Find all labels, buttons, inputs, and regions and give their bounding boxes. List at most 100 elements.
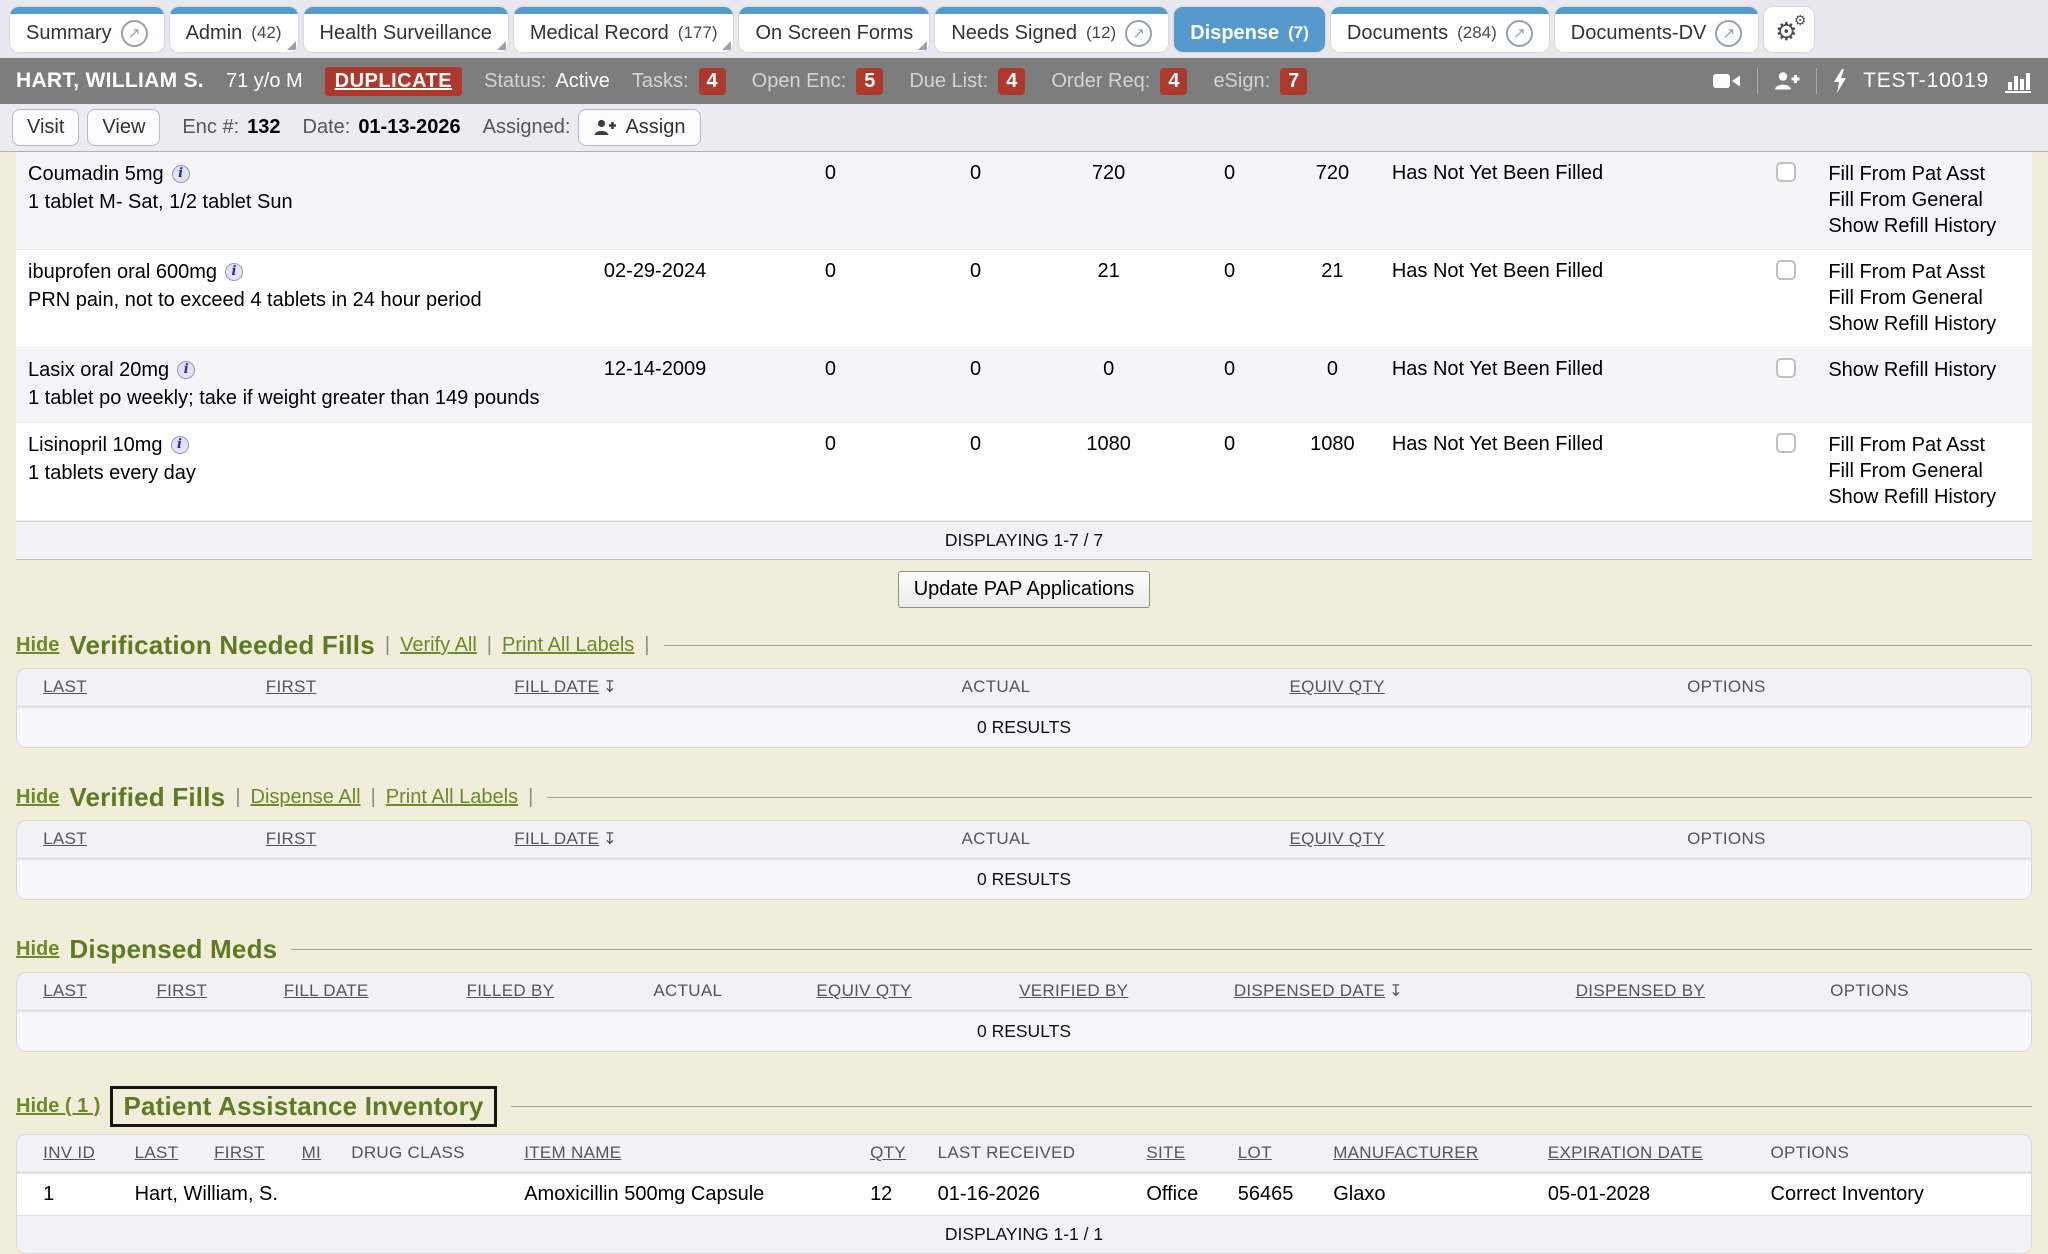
action-verify-all[interactable]: Verify All: [400, 634, 477, 657]
sort-descending-icon: ↧: [603, 831, 616, 848]
cell-options[interactable]: Correct Inventory: [1771, 1183, 2032, 1206]
column-options: OPTIONS: [1687, 677, 2031, 697]
column-mi: MI: [302, 1143, 352, 1163]
option-link-fill-from-pat-asst[interactable]: Fill From Pat Asst: [1828, 161, 2032, 187]
column-label[interactable]: FILL DATE: [514, 829, 599, 848]
column-label[interactable]: VERIFIED BY: [1019, 981, 1128, 1000]
option-link-fill-from-general[interactable]: Fill From General: [1828, 187, 2032, 213]
column-label[interactable]: MANUFACTURER: [1333, 1143, 1478, 1162]
bar-chart-icon[interactable]: [2004, 69, 2032, 93]
video-camera-icon[interactable]: [1712, 71, 1742, 91]
tab-admin[interactable]: Admin(42): [170, 7, 298, 52]
action-dispense-all[interactable]: Dispense All: [251, 786, 361, 809]
lightning-icon[interactable]: [1832, 68, 1848, 94]
column-label[interactable]: FILL DATE: [514, 677, 599, 696]
row-checkbox[interactable]: [1776, 358, 1796, 378]
column-label[interactable]: FIRST: [266, 677, 317, 696]
row-checkbox[interactable]: [1776, 162, 1796, 182]
medication-row: ibuprofen oral 600mgiPRN pain, not to ex…: [16, 250, 2032, 348]
section-title-row: HideDispensed Meds: [16, 934, 2032, 965]
column-label[interactable]: EQUIV QTY: [1290, 829, 1385, 848]
tab-summary[interactable]: Summary↗: [10, 7, 164, 52]
section-verified-fills: HideVerified Fills|Dispense All|Print Al…: [16, 782, 2032, 900]
column-label[interactable]: SITE: [1146, 1143, 1185, 1162]
column-label[interactable]: FIRST: [156, 981, 207, 1000]
column-label: OPTIONS: [1687, 677, 1766, 696]
tab-documents[interactable]: Documents(284)↗: [1331, 7, 1549, 52]
tab-dispense[interactable]: Dispense(7): [1174, 7, 1325, 52]
add-person-icon[interactable]: [1773, 70, 1801, 92]
external-link-icon[interactable]: ↗: [1715, 20, 1742, 47]
cell-last: Hart, William, S.: [135, 1183, 215, 1206]
column-actual: ACTUAL: [962, 677, 1290, 697]
option-link-show-refill-history[interactable]: Show Refill History: [1828, 357, 2032, 383]
column-label: ACTUAL: [962, 829, 1031, 848]
column-label[interactable]: DISPENSED DATE: [1234, 981, 1385, 1000]
option-link-show-refill-history[interactable]: Show Refill History: [1828, 484, 2032, 510]
settings-button[interactable]: ⚙ ⚙: [1764, 7, 1814, 52]
update-pap-applications-button[interactable]: Update PAP Applications: [898, 571, 1151, 608]
visit-button[interactable]: Visit: [12, 109, 79, 146]
tab-on-screen-forms[interactable]: On Screen Forms: [739, 7, 929, 52]
action-print-all-labels[interactable]: Print All Labels: [502, 634, 634, 657]
patient-age-sex: 71 y/o M: [226, 70, 303, 93]
column-label[interactable]: INV ID: [43, 1143, 95, 1162]
assign-button[interactable]: Assign: [578, 109, 700, 146]
column-label[interactable]: MI: [302, 1143, 321, 1162]
column-label[interactable]: EXPIRATION DATE: [1548, 1143, 1703, 1162]
results-row: 0 RESULTS: [17, 708, 2031, 747]
divider-line: [664, 645, 2033, 646]
enc-number-value: 132: [247, 116, 280, 139]
info-icon[interactable]: i: [225, 263, 243, 281]
counter-tasks: Tasks:4: [632, 68, 726, 95]
column-label[interactable]: LAST: [43, 981, 87, 1000]
option-link-fill-from-pat-asst[interactable]: Fill From Pat Asst: [1828, 259, 2032, 285]
row-checkbox[interactable]: [1776, 260, 1796, 280]
external-link-icon[interactable]: ↗: [1125, 20, 1152, 47]
column-label[interactable]: FILLED BY: [467, 981, 555, 1000]
counter-badge[interactable]: 4: [1160, 68, 1187, 95]
info-icon[interactable]: i: [172, 165, 190, 183]
column-label[interactable]: DISPENSED BY: [1576, 981, 1705, 1000]
hide-link[interactable]: Hide: [16, 786, 59, 809]
medication-row: Lasix oral 20mgi1 tablet po weekly; take…: [16, 348, 2032, 423]
column-label[interactable]: LAST: [135, 1143, 179, 1162]
action-print-all-labels[interactable]: Print All Labels: [386, 786, 518, 809]
column-label[interactable]: FILL DATE: [284, 981, 369, 1000]
option-link-fill-from-general[interactable]: Fill From General: [1828, 458, 2032, 484]
view-button[interactable]: View: [87, 109, 160, 146]
option-link-fill-from-pat-asst[interactable]: Fill From Pat Asst: [1828, 432, 2032, 458]
option-link-show-refill-history[interactable]: Show Refill History: [1828, 213, 2032, 239]
hide-link[interactable]: Hide: [16, 938, 59, 961]
info-icon[interactable]: i: [171, 436, 189, 454]
counter-badge[interactable]: 7: [1280, 68, 1307, 95]
column-label[interactable]: FIRST: [266, 829, 317, 848]
counter-badge[interactable]: 5: [856, 68, 883, 95]
row-checkbox[interactable]: [1776, 433, 1796, 453]
column-fill-date: FILL DATE: [284, 981, 467, 1001]
info-icon[interactable]: i: [177, 361, 195, 379]
external-link-icon[interactable]: ↗: [1506, 20, 1533, 47]
column-label[interactable]: LAST: [43, 677, 87, 696]
tab-documents-dv[interactable]: Documents-DV↗: [1555, 7, 1759, 52]
counter-badge[interactable]: 4: [998, 68, 1025, 95]
column-label[interactable]: LOT: [1238, 1143, 1272, 1162]
column-label[interactable]: FIRST: [214, 1143, 265, 1162]
tab-health-surveillance[interactable]: Health Surveillance: [304, 7, 508, 52]
hide-link[interactable]: Hide: [16, 634, 59, 657]
column-label[interactable]: QTY: [870, 1143, 906, 1162]
external-link-icon[interactable]: ↗: [121, 20, 148, 47]
hide-link[interactable]: Hide ( 1 ): [16, 1095, 100, 1118]
inventory-row: 1Hart, William, S.Amoxicillin 500mg Caps…: [17, 1174, 2031, 1216]
tab-medical-record[interactable]: Medical Record(177): [514, 7, 734, 52]
counter-badge[interactable]: 4: [699, 68, 726, 95]
column-label[interactable]: ITEM NAME: [524, 1143, 621, 1162]
option-link-show-refill-history[interactable]: Show Refill History: [1828, 311, 2032, 337]
column-label[interactable]: EQUIV QTY: [1290, 677, 1385, 696]
tab-needs-signed[interactable]: Needs Signed(12)↗: [935, 7, 1168, 52]
column-label[interactable]: EQUIV QTY: [816, 981, 911, 1000]
column-label[interactable]: LAST: [43, 829, 87, 848]
option-link-fill-from-general[interactable]: Fill From General: [1828, 285, 2032, 311]
tab-label: Needs Signed: [951, 22, 1077, 45]
duplicate-badge[interactable]: DUPLICATE: [325, 67, 462, 96]
